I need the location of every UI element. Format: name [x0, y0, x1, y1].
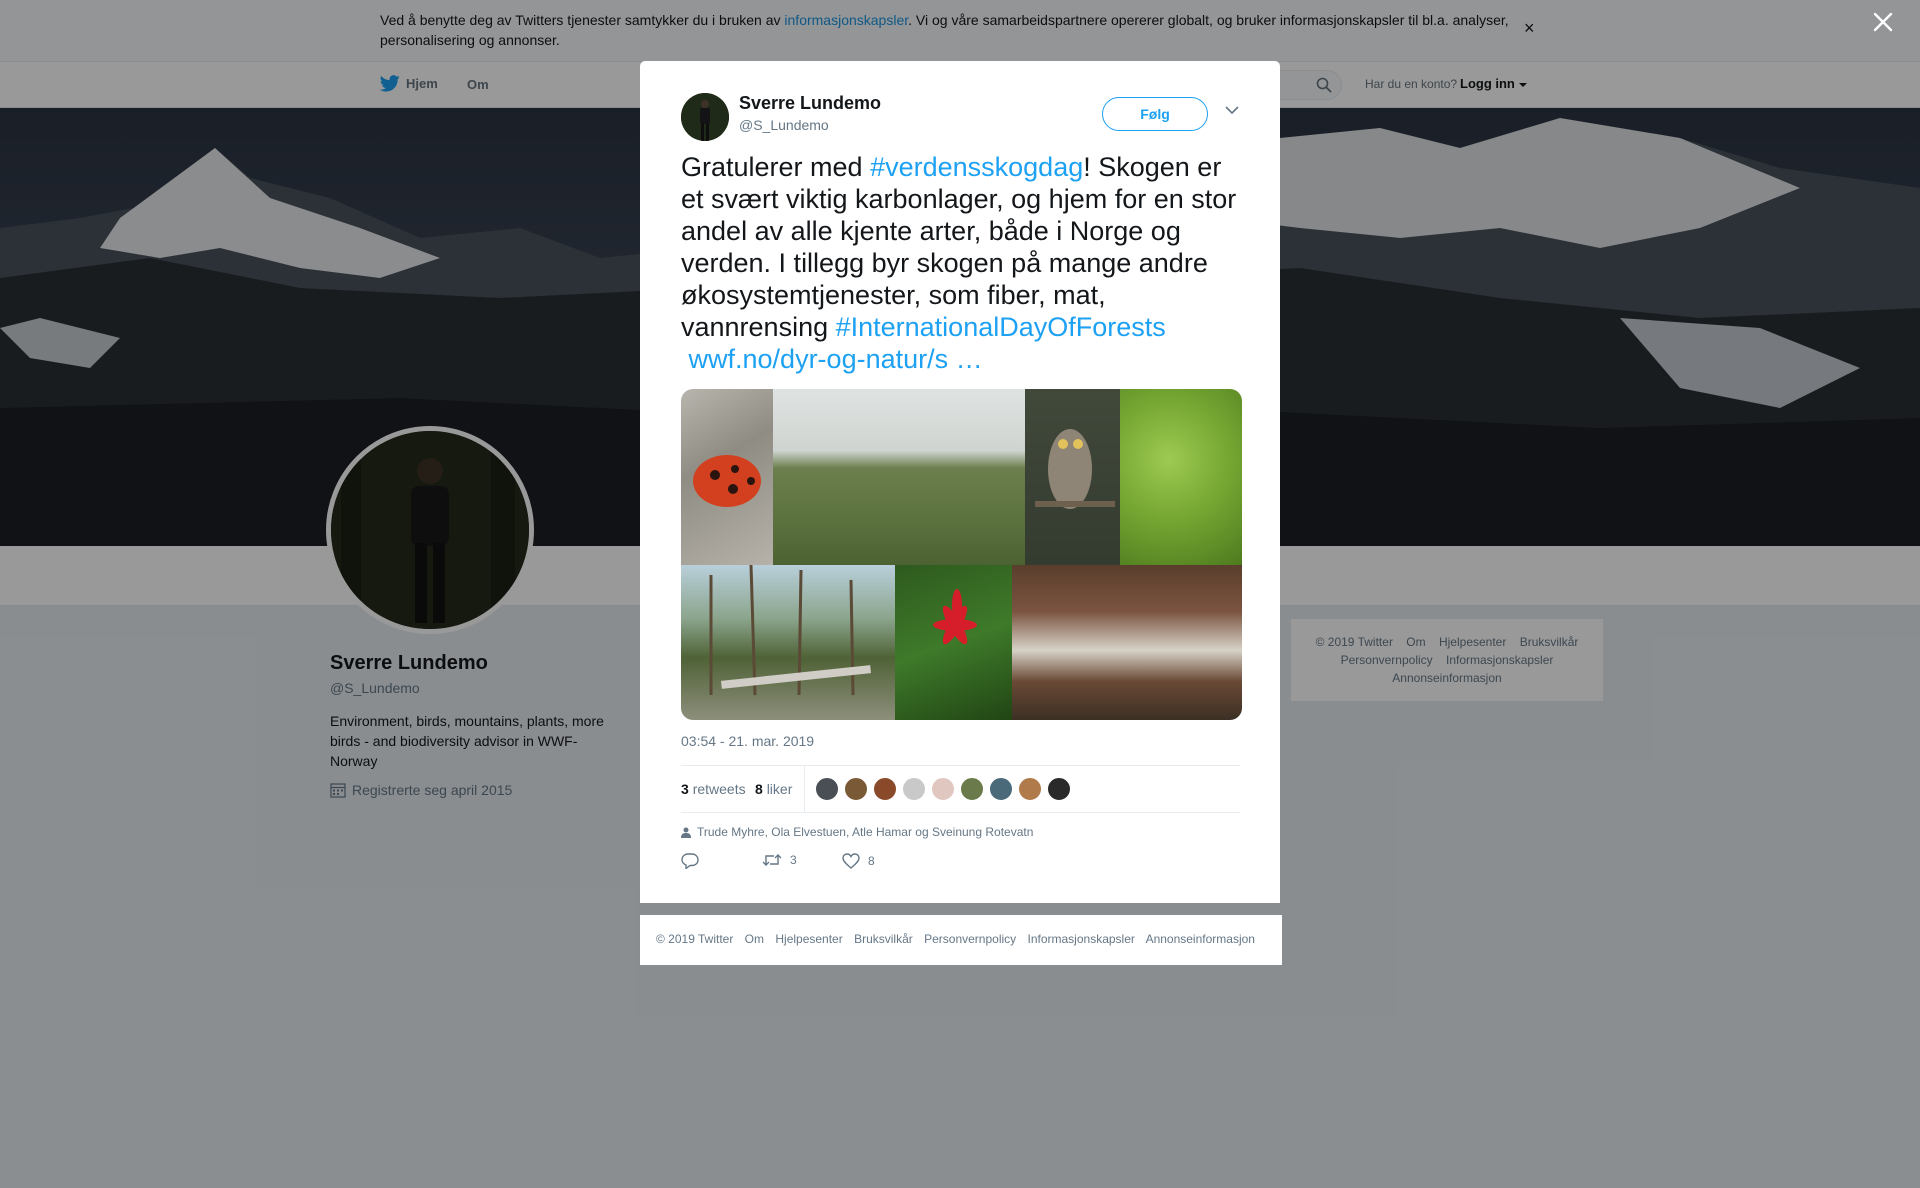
liker-avatar[interactable]	[815, 777, 839, 801]
liker-avatar[interactable]	[1018, 777, 1042, 801]
tweet-author-avatar[interactable]	[681, 93, 729, 141]
modal-footer-terms[interactable]: Bruksvilkår	[854, 932, 913, 946]
reply-icon	[681, 853, 699, 869]
like-action-count: 8	[868, 854, 875, 868]
retweet-icon	[762, 854, 782, 866]
photo-beetle	[681, 389, 773, 565]
chevron-down-icon[interactable]	[1225, 105, 1239, 115]
modal-footer-help[interactable]: Hjelpesenter	[775, 932, 842, 946]
retweet-action-count: 3	[790, 853, 797, 867]
modal-footer-about[interactable]: Om	[745, 932, 764, 946]
tweet-stats: 3 retweets 8 liker	[681, 765, 1240, 813]
tweet-media-collage[interactable]	[681, 389, 1242, 720]
like-button[interactable]: 8	[842, 853, 875, 869]
replying-to-names[interactable]: Trude Myhre, Ola Elvestuen, Atle Hamar o…	[697, 825, 1033, 839]
replying-to: Trude Myhre, Ola Elvestuen, Atle Hamar o…	[681, 825, 1033, 839]
modal-footer-copyright[interactable]: © 2019 Twitter	[656, 932, 733, 946]
pine-illustration	[709, 565, 872, 696]
liker-avatar[interactable]	[931, 777, 955, 801]
photo-bark-fungus	[1012, 565, 1242, 720]
follow-button[interactable]: Følg	[1102, 97, 1208, 131]
stats-divider	[804, 766, 805, 813]
likes-label: liker	[766, 781, 793, 797]
liker-avatar[interactable]	[989, 777, 1013, 801]
heart-icon	[842, 853, 860, 869]
liker-avatar[interactable]	[844, 777, 868, 801]
owl-illustration	[1035, 429, 1115, 509]
photo-pine-forest	[681, 565, 895, 720]
tweet-author-name[interactable]: Sverre Lundemo	[739, 93, 881, 114]
retweets-label: retweets	[692, 781, 746, 797]
liker-avatar[interactable]	[1047, 777, 1071, 801]
photo-leaves	[1120, 389, 1242, 565]
close-icon[interactable]	[1873, 12, 1893, 32]
retweets-count: 3	[681, 781, 689, 797]
tweet-modal: Sverre Lundemo @S_Lundemo Følg Gratulere…	[640, 61, 1280, 903]
hashtag-internationaldayofforests[interactable]: #InternationalDayOfForests	[836, 312, 1166, 342]
tweet-author-handle[interactable]: @S_Lundemo	[739, 117, 829, 133]
tweet-timestamp[interactable]: 03:54 - 21. mar. 2019	[681, 733, 814, 749]
photo-red-flower	[895, 565, 1012, 720]
reply-button[interactable]	[681, 853, 699, 869]
modal-footer-ads[interactable]: Annonseinformasjon	[1146, 932, 1255, 946]
liker-avatar[interactable]	[960, 777, 984, 801]
likes-stat[interactable]: 8 liker	[755, 781, 792, 797]
person-photo-small	[681, 93, 729, 141]
liker-avatar[interactable]	[902, 777, 926, 801]
modal-footer-privacy[interactable]: Personvernpolicy	[924, 932, 1016, 946]
person-icon	[681, 827, 691, 838]
likes-count: 8	[755, 781, 763, 797]
photo-rainforest-canopy	[773, 389, 1025, 565]
tweet-link[interactable]: wwf.no/dyr-og-natur/s …	[689, 344, 983, 374]
hashtag-verdensskogdag[interactable]: #verdensskogdag	[870, 152, 1083, 182]
flower-illustration	[933, 589, 977, 645]
liker-avatar[interactable]	[873, 777, 897, 801]
tweet-text-part-1: Gratulerer med	[681, 152, 871, 182]
modal-footer: © 2019 Twitter Om Hjelpesenter Bruksvilk…	[640, 915, 1282, 965]
modal-footer-cookies[interactable]: Informasjonskapsler	[1028, 932, 1135, 946]
beetle-illustration	[693, 455, 761, 507]
retweet-button[interactable]: 3	[762, 853, 797, 867]
photo-owl	[1025, 389, 1120, 565]
tweet-text: Gratulerer med #verdensskogdag! Skogen e…	[681, 151, 1251, 375]
retweets-stat[interactable]: 3 retweets	[681, 781, 746, 797]
